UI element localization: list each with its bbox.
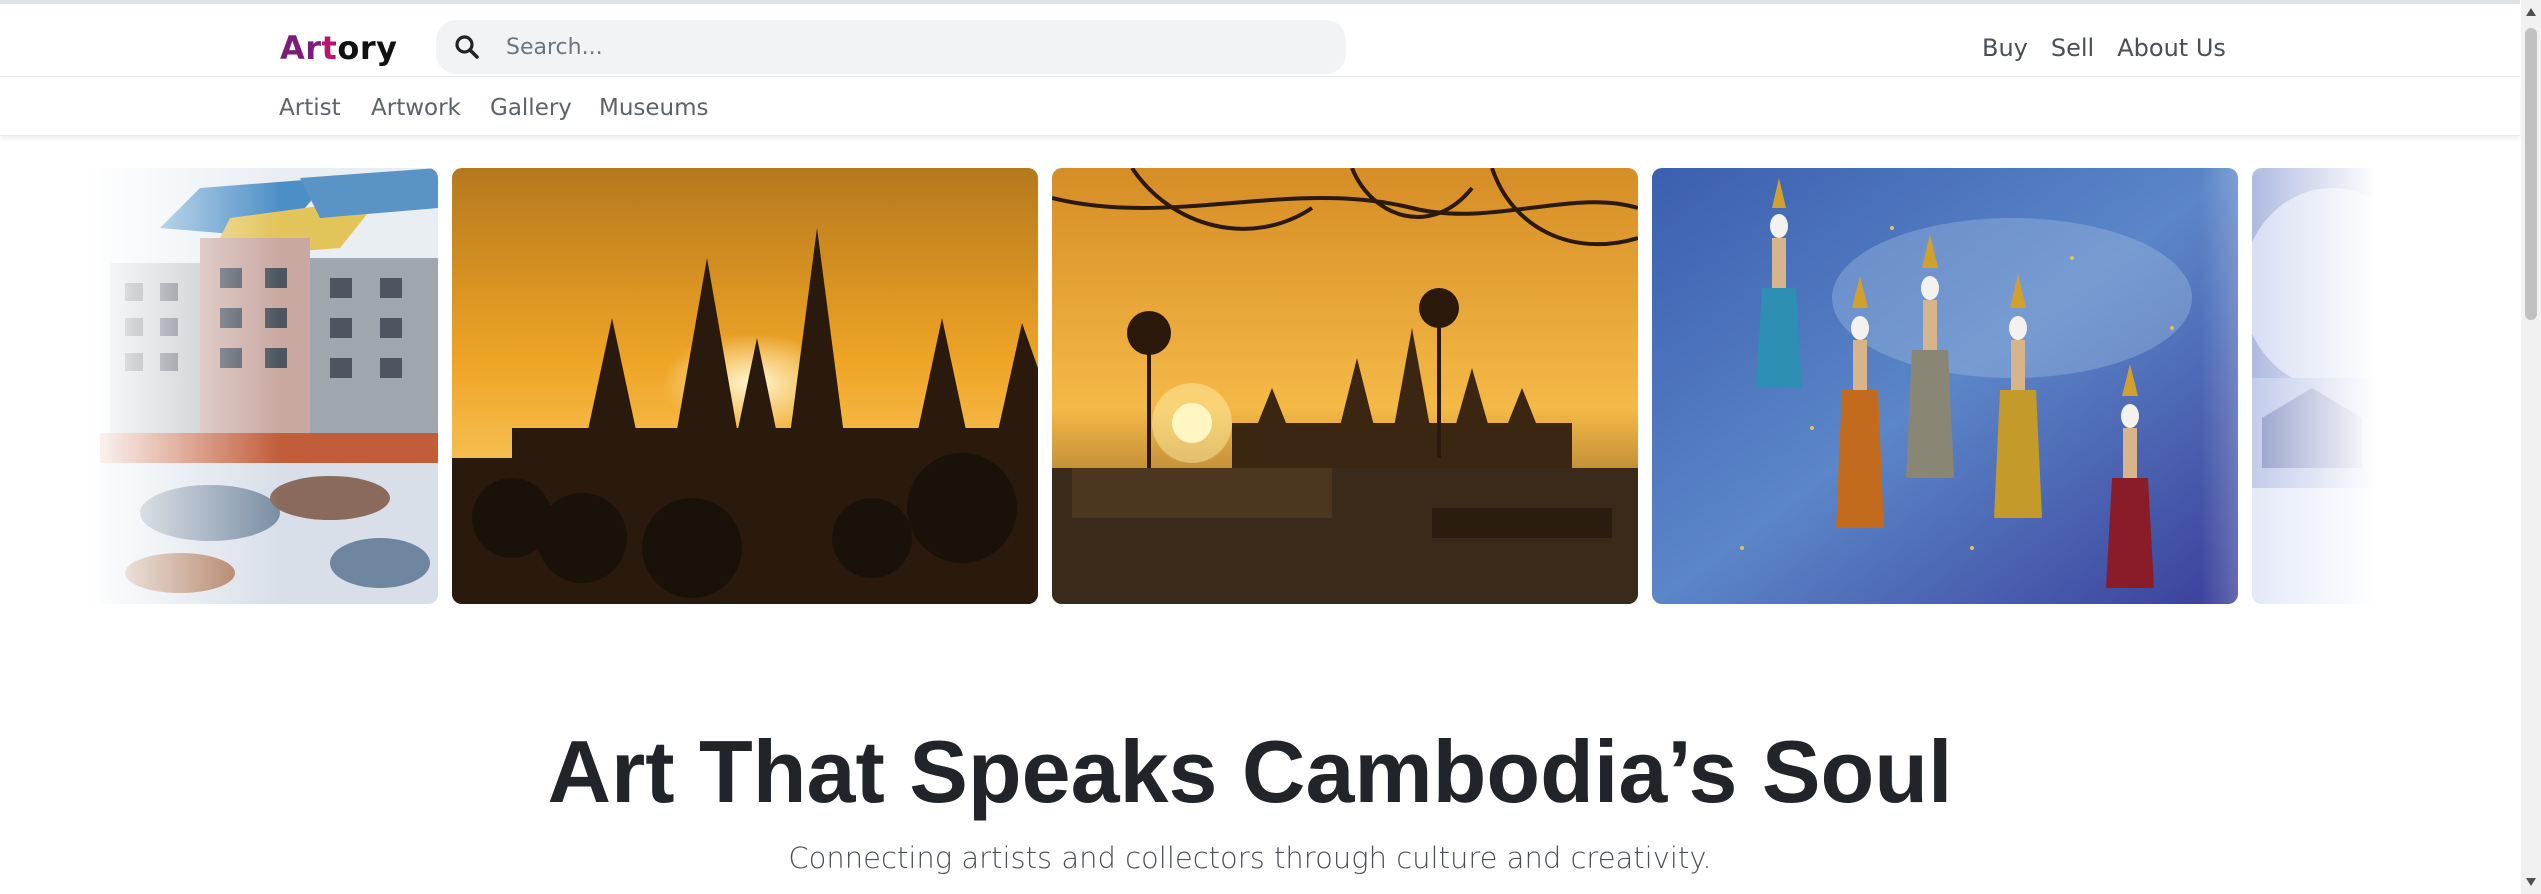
top-navbar: Artory Buy Sell About Us	[0, 4, 2520, 77]
carousel-slide-street-buildings[interactable]	[0, 168, 438, 604]
scroll-down-arrow-icon[interactable]	[2521, 872, 2541, 892]
scrollbar-thumb[interactable]	[2525, 28, 2537, 320]
search-icon[interactable]	[452, 32, 482, 62]
carousel-slide-winter-landscape[interactable]	[2252, 168, 2520, 604]
main-nav: Buy Sell About Us	[1982, 32, 2226, 64]
logo-part-ory: ory	[337, 29, 398, 67]
subnav-item-artwork[interactable]: Artwork	[371, 93, 461, 123]
logo-part-ar: Ar	[280, 29, 322, 67]
vertical-scrollbar[interactable]	[2521, 0, 2541, 894]
carousel-slide-apsara-dancers[interactable]	[1652, 168, 2238, 604]
nav-sell-link[interactable]: Sell	[2051, 32, 2094, 64]
logo-part-t: t	[321, 29, 338, 67]
category-subnav: Artist Artwork Gallery Museums	[0, 77, 2520, 136]
subnav-item-museums[interactable]: Museums	[599, 93, 709, 123]
subnav-item-gallery[interactable]: Gallery	[490, 93, 572, 123]
hero-subtitle: Connecting artists and collectors throug…	[788, 841, 1712, 875]
search-input[interactable]	[506, 27, 1286, 67]
subnav-item-artist[interactable]: Artist	[279, 93, 341, 123]
carousel-slide-angkor-sunrise[interactable]	[1052, 168, 1638, 604]
nav-buy-link[interactable]: Buy	[1982, 32, 2028, 64]
scroll-up-arrow-icon[interactable]	[2521, 2, 2541, 22]
artory-logo[interactable]: Artory	[280, 28, 397, 68]
carousel-slide-angkor-sunset[interactable]	[452, 168, 1038, 604]
nav-about-link[interactable]: About Us	[2117, 32, 2226, 64]
artwork-carousel	[0, 168, 2520, 604]
search-bar	[436, 20, 1346, 74]
hero-title: Art That Speaks Cambodia’s Soul	[547, 722, 1953, 821]
